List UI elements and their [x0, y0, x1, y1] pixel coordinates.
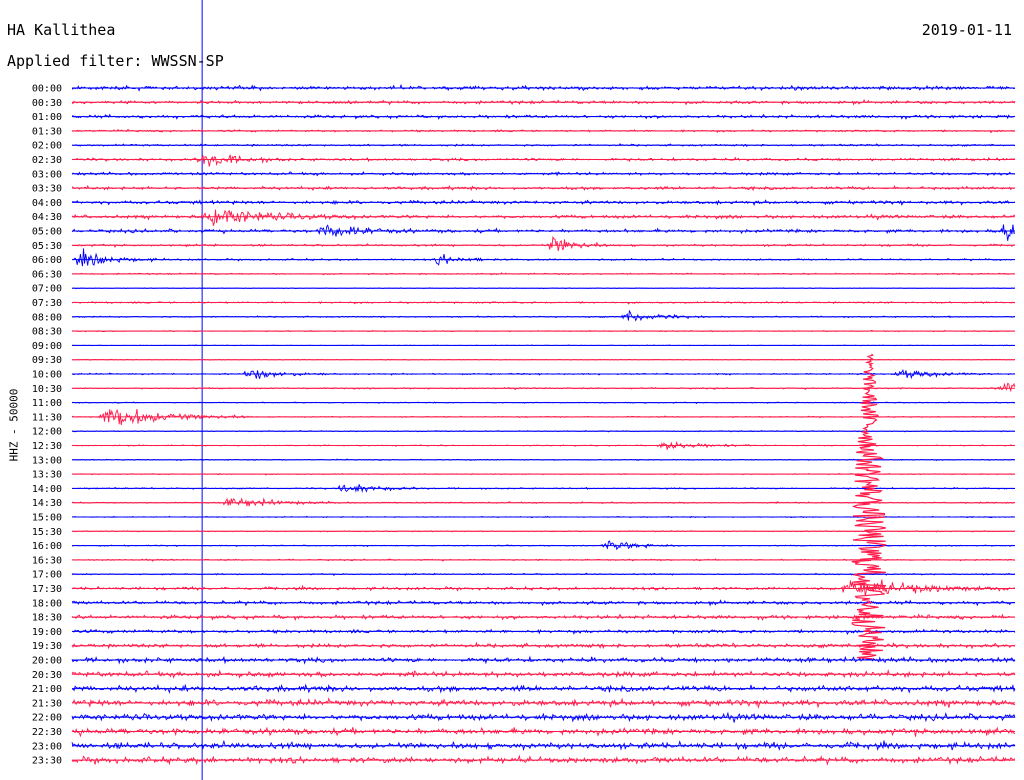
seismogram-chart: 00:00 00:30 01:00 01:30 02:00 02:30 03:00 03:30…	[0, 0, 1024, 780]
row-tick-label: 15:30	[32, 527, 62, 538]
trace-1030	[71, 382, 1016, 393]
row-tick-label: 07:00	[32, 284, 62, 295]
filter-label: Applied filter: WWSSN-SP	[7, 52, 224, 70]
row-tick-label: 00:00	[32, 84, 62, 95]
row-tick-label: 13:30	[32, 470, 62, 481]
trace-2230	[71, 726, 1016, 738]
row-tick-label: 05:30	[32, 241, 62, 252]
row-tick-label: 19:30	[32, 641, 62, 652]
trace-0130	[71, 128, 1016, 134]
row-tick-label: 22:30	[32, 727, 62, 738]
row-tick-label: 02:30	[32, 155, 62, 166]
row-tick-label: 12:00	[32, 427, 62, 438]
trace-0330	[71, 184, 1016, 192]
row-tick-label: 12:30	[32, 441, 62, 452]
trace-0230	[71, 154, 1016, 167]
station-title: HA Kallithea	[7, 21, 116, 39]
trace-0200	[72, 142, 1016, 148]
row-tick-label: 09:00	[32, 341, 62, 352]
row-tick-label: 06:30	[32, 269, 62, 280]
trace-1430	[71, 497, 1016, 507]
trace-0530	[71, 235, 1016, 251]
row-tick-label: 20:30	[32, 670, 62, 681]
row-tick-label: 18:00	[32, 598, 62, 609]
seismogram-plot: 00:00 00:30 01:00 01:30 02:00 02:30 03:00 03:30…	[32, 0, 1016, 780]
row-tick-label: 11:30	[32, 412, 62, 423]
row-tick-label: 04:00	[32, 198, 62, 209]
row-tick-label: 09:30	[32, 355, 62, 366]
row-tick-label: 02:00	[32, 141, 62, 152]
row-tick-label: 08:00	[32, 312, 62, 323]
trace-2300	[71, 739, 1016, 752]
row-tick-label: 17:00	[32, 570, 62, 581]
row-tick-label: 07:30	[32, 298, 62, 309]
y-axis-label: HHZ - 50000	[7, 388, 21, 462]
row-tick-label: 05:00	[32, 227, 62, 238]
row-tick-label: 00:30	[32, 98, 62, 109]
row-tick-label: 06:00	[32, 255, 62, 266]
row-tick-label: 10:30	[32, 384, 62, 395]
row-tick-label: 03:30	[32, 184, 62, 195]
row-tick-label: 16:00	[32, 541, 62, 552]
row-tick-label: 11:00	[32, 398, 62, 409]
row-tick-label: 13:00	[32, 455, 62, 466]
trace-2200	[71, 711, 1016, 723]
trace-0430	[71, 209, 1016, 226]
trace-0800	[71, 309, 1016, 322]
trace-0100	[71, 113, 1016, 120]
row-tick-label: 08:30	[32, 327, 62, 338]
row-tick-label: 16:30	[32, 555, 62, 566]
row-tick-label: 04:30	[32, 212, 62, 223]
date-label: 2019-01-11	[921, 21, 1012, 39]
trace-0600	[71, 248, 1015, 267]
row-tick-label: 20:00	[32, 656, 62, 667]
row-tick-label: 21:00	[32, 684, 62, 695]
row-tick-label: 01:30	[32, 126, 62, 137]
trace-0630	[72, 272, 1016, 276]
row-tick-label: 14:30	[32, 498, 62, 509]
trace-0730	[71, 300, 1016, 305]
row-tick-label: 21:30	[32, 698, 62, 709]
row-tick-label: 18:30	[32, 613, 62, 624]
row-tick-label: 15:00	[32, 513, 62, 524]
row-tick-label: 23:00	[32, 741, 62, 752]
row-tick-label: 01:00	[32, 112, 62, 123]
row-tick-label: 14:00	[32, 484, 62, 495]
row-tick-label: 03:00	[32, 169, 62, 180]
row-tick-label: 19:00	[32, 627, 62, 638]
trace-0900	[71, 344, 1016, 347]
row-tick-label: 10:00	[32, 370, 62, 381]
trace-0500	[71, 224, 1016, 241]
major-event-spike	[851, 353, 887, 660]
row-tick-label: 17:30	[32, 584, 62, 595]
trace-1630	[71, 558, 1016, 562]
row-tick-label: 23:30	[32, 756, 62, 767]
row-tick-label: 22:00	[32, 713, 62, 724]
